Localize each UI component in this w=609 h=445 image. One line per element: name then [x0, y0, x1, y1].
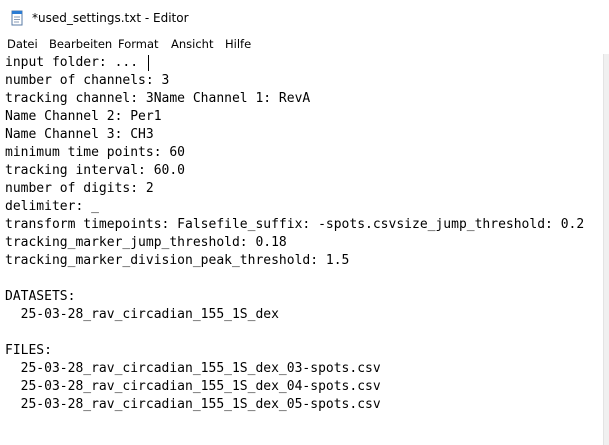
text-line: input folder: ...: [5, 55, 139, 70]
text-line: tracking_marker_jump_threshold: 0.18: [5, 235, 287, 250]
text-line: 25-03-28_rav_circadian_155_1S_dex: [5, 307, 279, 322]
text-line: DATASETS:: [5, 289, 76, 304]
menu-item-bearbeiten[interactable]: Bearbeiten: [49, 37, 112, 51]
text-line: Name Channel 3: CH3: [5, 127, 154, 142]
text-line: number of channels: 3: [5, 73, 170, 88]
editor-window: *used_settings.txt - Editor Datei Bearbe…: [0, 0, 609, 445]
text-line: number of digits: 2: [5, 181, 154, 196]
text-line: Name Channel 2: Per1: [5, 109, 162, 124]
text-editor-area[interactable]: input folder: ... number of channels: 3 …: [0, 54, 604, 445]
text-line: 25-03-28_rav_circadian_155_1S_dex_05-spo…: [5, 397, 381, 412]
notepad-icon: [11, 10, 23, 26]
menu-item-ansicht[interactable]: Ansicht: [171, 37, 213, 51]
text-line: delimiter: _: [5, 199, 99, 214]
text-line: minimum time points: 60: [5, 145, 186, 160]
window-title: *used_settings.txt - Editor: [32, 11, 189, 25]
text-line: tracking interval: 60.0: [5, 163, 186, 178]
menu-item-format[interactable]: Format: [118, 37, 159, 51]
vertical-scrollbar[interactable]: [603, 54, 609, 445]
text-line: transform timepoints: Falsefile_suffix: …: [5, 217, 585, 232]
text-line: tracking_marker_division_peak_threshold:…: [5, 253, 350, 268]
text-line: 25-03-28_rav_circadian_155_1S_dex_04-spo…: [5, 379, 381, 394]
text-line: 25-03-28_rav_circadian_155_1S_dex_03-spo…: [5, 361, 381, 376]
menu-bar: Datei Bearbeiten Format Ansicht Hilfe: [0, 34, 609, 54]
menu-item-datei[interactable]: Datei: [7, 37, 38, 51]
menu-item-hilfe[interactable]: Hilfe: [225, 37, 251, 51]
title-bar[interactable]: *used_settings.txt - Editor: [0, 4, 609, 34]
text-line: FILES:: [5, 343, 52, 358]
text-caret: [148, 55, 149, 71]
text-line: tracking channel: 3Name Channel 1: RevA: [5, 91, 311, 106]
